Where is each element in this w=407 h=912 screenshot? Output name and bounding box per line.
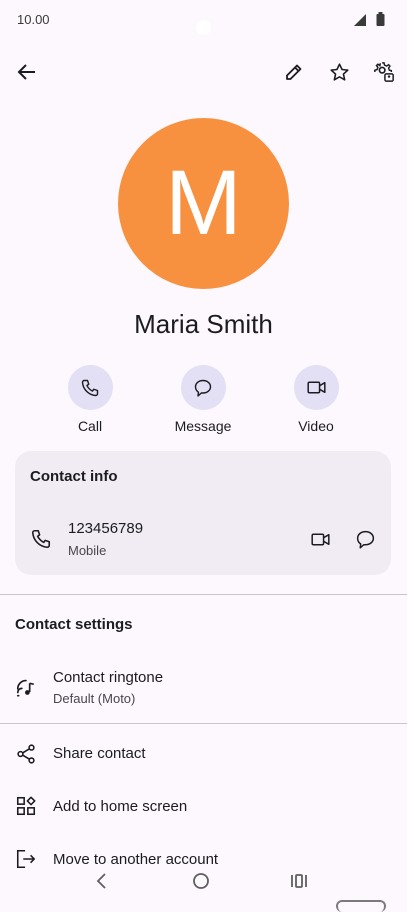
- contact-info-title: Contact info: [30, 468, 118, 485]
- message-icon: [194, 379, 212, 397]
- video-call-number-button[interactable]: [306, 525, 334, 553]
- contact-ringtone-label: Contact ringtone: [53, 669, 164, 686]
- add-to-home-screen-item[interactable]: Add to home screen: [53, 798, 187, 815]
- back-button[interactable]: [13, 58, 41, 86]
- nav-home-icon: [193, 873, 209, 889]
- message-label: Message: [174, 418, 232, 434]
- move-to-another-account-item[interactable]: Move to another account: [53, 851, 218, 868]
- contact-avatar: M: [118, 118, 289, 289]
- star-icon: [329, 62, 349, 81]
- settings-icon: [374, 62, 394, 82]
- add-to-home-icon: [16, 796, 36, 816]
- message-action-circle: [180, 365, 226, 410]
- battery-icon: [376, 12, 385, 26]
- contact-name: Maria Smith: [134, 309, 273, 339]
- favorite-button[interactable]: [325, 58, 353, 86]
- video-icon: [310, 533, 330, 545]
- keyboard-switcher-handle: [336, 900, 386, 912]
- call-label: Call: [77, 418, 103, 434]
- contact-ringtone-value: Default (Moto): [53, 691, 136, 706]
- video-label: Video: [298, 418, 334, 434]
- message-action-button[interactable]: Message: [158, 365, 248, 434]
- nav-back-button[interactable]: [88, 867, 116, 895]
- video-action-button[interactable]: Video: [271, 365, 361, 434]
- phone-number-row[interactable]: 123456789 Mobile: [68, 520, 143, 558]
- edit-icon: [286, 64, 302, 80]
- nav-home-button[interactable]: [187, 867, 215, 895]
- message-icon: [356, 530, 374, 549]
- camera-cutout: [196, 20, 211, 35]
- move-account-icon: [16, 849, 36, 869]
- call-action-circle: [67, 365, 113, 410]
- share-contact-item[interactable]: Share contact: [53, 745, 146, 762]
- video-action-circle: [293, 365, 339, 410]
- divider: [0, 594, 407, 595]
- edit-button[interactable]: [280, 58, 308, 86]
- back-arrow-icon: [17, 64, 35, 80]
- phone-number: 123456789: [68, 520, 144, 537]
- phone-icon: [81, 379, 99, 396]
- message-number-button[interactable]: [351, 525, 379, 553]
- video-icon: [306, 381, 326, 394]
- ringtone-icon: [16, 679, 34, 697]
- phone-icon: [31, 529, 51, 549]
- phone-number-type: Mobile: [68, 543, 107, 558]
- nav-recents-button[interactable]: [285, 867, 313, 895]
- nav-back-icon: [96, 873, 106, 889]
- settings-button[interactable]: [370, 58, 398, 86]
- contact-settings-title: Contact settings: [15, 616, 133, 633]
- nav-recents-icon: [291, 874, 307, 888]
- signal-icon: [354, 14, 366, 26]
- contact-ringtone-row[interactable]: Contact ringtone Default (Moto): [53, 669, 163, 706]
- divider: [0, 723, 407, 724]
- call-action-button[interactable]: Call: [45, 365, 135, 434]
- status-time: 10.00: [17, 12, 50, 27]
- share-icon: [17, 744, 35, 764]
